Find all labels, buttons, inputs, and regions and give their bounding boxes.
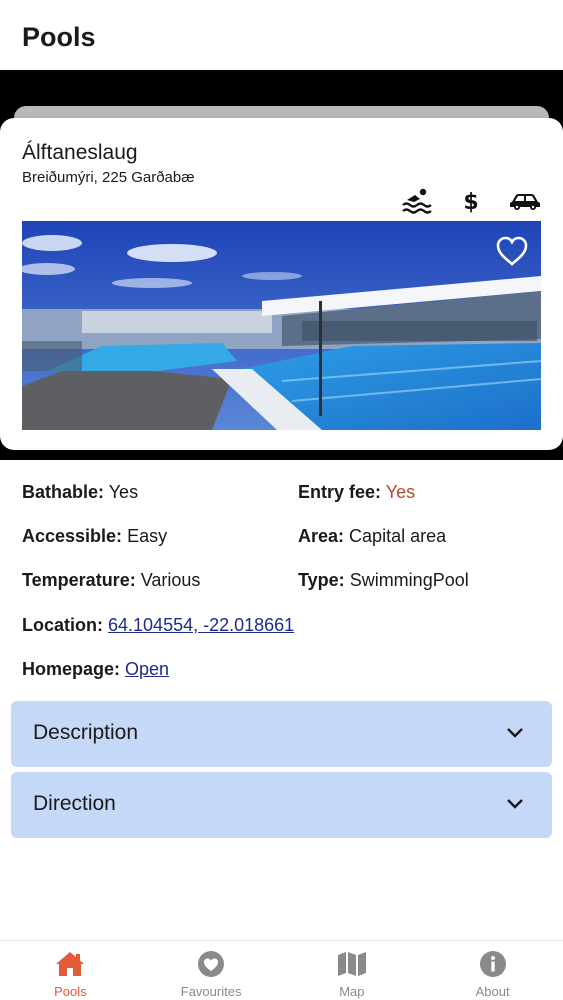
homepage-label: Homepage: <box>22 659 121 679</box>
entry-fee-label: Entry fee: <box>298 482 382 502</box>
direction-accordion[interactable]: Direction <box>11 772 552 838</box>
description-accordion[interactable]: Description <box>11 701 552 767</box>
car-icon <box>509 188 541 214</box>
tab-label: Pools <box>54 984 87 999</box>
tab-favourites[interactable]: Favourites <box>141 941 282 1000</box>
area-row: Area: Capital area <box>298 526 446 547</box>
accessible-label: Accessible: <box>22 526 123 546</box>
pool-address: Breiðumýri, 225 Garðabæ <box>22 169 195 186</box>
location-link[interactable]: 64.104554, -22.018661 <box>108 615 294 635</box>
area-label: Area: <box>298 526 345 546</box>
type-value: SwimmingPool <box>349 570 469 590</box>
type-row: Type: SwimmingPool <box>298 570 469 591</box>
pool-card: Álftaneslaug Breiðumýri, 225 Garðabæ $ <box>0 118 563 450</box>
swimmer-icon <box>401 188 433 214</box>
bathable-label: Bathable: <box>22 482 105 502</box>
entry-fee-row: Entry fee: Yes <box>298 482 415 503</box>
heart-outline-icon[interactable] <box>495 235 529 267</box>
location-row: Location: 64.104554, -22.018661 <box>22 615 294 636</box>
accessible-value: Easy <box>127 526 168 546</box>
app-header: Pools <box>0 0 563 70</box>
bathable-row: Bathable: Yes <box>22 482 138 503</box>
tab-pools[interactable]: Pools <box>0 941 141 1000</box>
area-value: Capital area <box>349 526 447 546</box>
home-icon <box>54 950 86 978</box>
homepage-link[interactable]: Open <box>125 659 169 679</box>
info-icon <box>477 950 509 978</box>
location-label: Location: <box>22 615 103 635</box>
pool-name: Álftaneslaug <box>22 141 138 164</box>
amenity-icons: $ <box>401 188 541 214</box>
temperature-value: Various <box>140 570 201 590</box>
tab-label: Map <box>339 984 365 999</box>
temperature-label: Temperature: <box>22 570 136 590</box>
tab-label: About <box>475 984 510 999</box>
svg-text:$: $ <box>463 190 478 214</box>
page-title: Pools <box>22 22 96 52</box>
description-label: Description <box>33 721 139 744</box>
tab-map[interactable]: Map <box>282 941 423 1000</box>
tab-label: Favourites <box>180 984 242 999</box>
heart-icon <box>195 950 227 978</box>
bottom-tab-bar: Pools Favourites Map About <box>0 940 563 1000</box>
direction-label: Direction <box>33 792 116 815</box>
temperature-row: Temperature: Various <box>22 570 200 591</box>
dollar-icon: $ <box>455 188 487 214</box>
entry-fee-value: Yes <box>385 482 416 502</box>
type-label: Type: <box>298 570 345 590</box>
bathable-value: Yes <box>108 482 139 502</box>
chevron-down-icon <box>506 797 524 811</box>
chevron-down-icon <box>506 726 524 740</box>
homepage-row: Homepage: Open <box>22 659 169 680</box>
accessible-row: Accessible: Easy <box>22 526 167 547</box>
tab-about[interactable]: About <box>422 941 563 1000</box>
map-icon <box>336 950 368 978</box>
pool-photo <box>22 221 541 430</box>
